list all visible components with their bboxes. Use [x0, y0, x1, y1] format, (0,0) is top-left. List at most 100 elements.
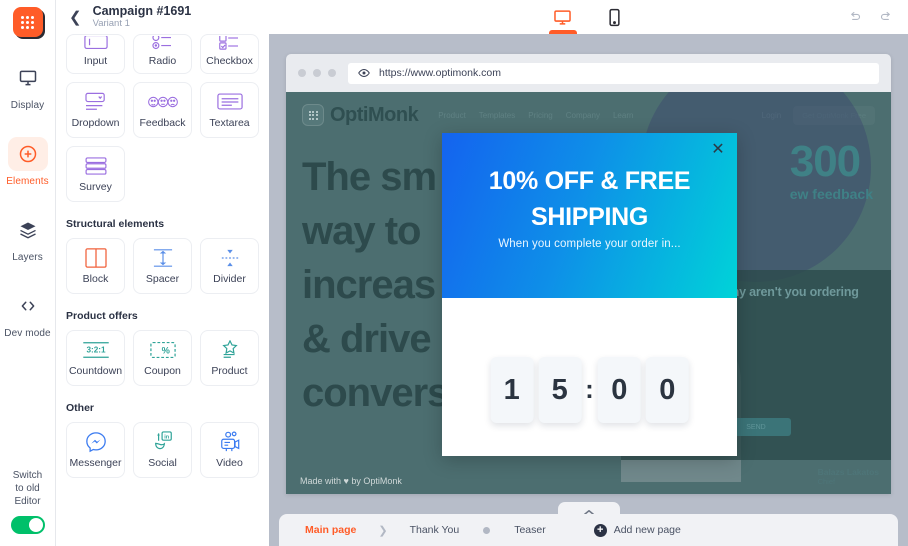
countdown-digit: 0 [645, 357, 689, 423]
element-card-social[interactable]: in Social [133, 422, 192, 478]
element-card-product[interactable]: Product [200, 330, 259, 386]
site-hero-stat: 300 ew feedback [789, 137, 873, 203]
redo-button[interactable] [878, 9, 894, 25]
campaign-info: Campaign #1691 Variant 1 [93, 4, 192, 30]
add-new-page-button[interactable]: + Add new page [593, 523, 681, 537]
plus-circle-icon [7, 137, 48, 171]
browser-url-bar[interactable]: https://www.optimonk.com [348, 62, 879, 84]
section-title-other: Other [66, 402, 95, 414]
browser-traffic-lights [298, 69, 336, 77]
dot-icon [483, 526, 491, 534]
social-networks-icon: in [151, 430, 175, 452]
element-card-radio[interactable]: Radio [133, 34, 192, 74]
product-star-icon [219, 339, 241, 360]
page-tabs-bar-wrap: Main page ❯ Thank You Teaser + Add new p… [269, 494, 908, 546]
section-title-structural: Structural elements [66, 218, 165, 230]
element-row-inputs: Input Radio Checkbox [66, 34, 259, 74]
element-label: Social [148, 456, 177, 469]
editor-canvas: https://www.optimonk.com OptiMonk Produc… [269, 34, 908, 546]
svg-text:%: % [161, 345, 169, 355]
undo-button[interactable] [846, 9, 862, 25]
element-label: Textarea [209, 116, 250, 129]
close-icon[interactable]: ✕ [709, 141, 727, 159]
countdown-separator: : [585, 373, 594, 404]
element-label: Survey [79, 180, 112, 193]
optimonk-editor-window: Display Elements Layers Dev mode Switch … [0, 0, 908, 546]
switch-label-line1: Switch [12, 470, 43, 481]
switch-editor-block: Switch to old Editor [0, 469, 56, 534]
rail-nav-items: Display Elements Layers Dev mode [0, 55, 55, 359]
element-card-textarea[interactable]: Textarea [200, 82, 259, 138]
logo-dots [21, 15, 34, 29]
element-card-dropdown[interactable]: Dropdown [66, 82, 125, 138]
sidebar-item-layers[interactable]: Layers [0, 207, 55, 267]
switch-label-line3: Editor [14, 496, 41, 507]
site-menu-item-learn[interactable]: Learn [613, 111, 633, 120]
element-row-structural: Block Spacer Divider [66, 238, 259, 294]
hero-stat-number: 300 [789, 137, 861, 186]
element-label: Countdown [68, 364, 123, 377]
panel-scroll-body: Input Radio Checkbox Dropdown Feedback T… [56, 34, 269, 546]
site-menu-item-pricing[interactable]: Pricing [528, 111, 552, 120]
svg-text:in: in [164, 434, 170, 440]
tab-mobile-preview[interactable] [598, 0, 632, 34]
element-label: Radio [148, 55, 177, 67]
element-row-other: Messenger in Social Video [66, 422, 259, 478]
page-tab-thank-you[interactable]: Thank You [410, 524, 460, 536]
site-menu: Product Templates Pricing Company Learn [438, 111, 633, 120]
element-card-input[interactable]: Input [66, 34, 125, 74]
element-label: Divider [213, 272, 246, 285]
element-card-coupon[interactable]: % Coupon [133, 330, 192, 386]
sidebar-item-label: Dev mode [4, 328, 51, 339]
site-menu-item-company[interactable]: Company [566, 111, 600, 120]
element-card-block[interactable]: Block [66, 238, 125, 294]
site-menu-item-templates[interactable]: Templates [479, 111, 515, 120]
page-tab-teaser[interactable]: Teaser [514, 524, 546, 536]
element-card-countdown[interactable]: 3:2:1 Countdown [66, 330, 125, 386]
tab-desktop-preview[interactable] [546, 0, 580, 34]
element-card-survey[interactable]: Survey [66, 146, 125, 202]
countdown-digits-icon: 3:2:1 [81, 340, 111, 360]
textarea-icon [216, 92, 243, 112]
element-card-video[interactable]: Video [200, 422, 259, 478]
chevron-right-icon: ❯ [378, 524, 388, 537]
element-label: Dropdown [71, 116, 120, 129]
add-new-page-label: Add new page [613, 524, 681, 536]
switch-to-old-editor-toggle[interactable] [10, 516, 45, 534]
element-card-feedback[interactable]: Feedback [133, 82, 192, 138]
site-menu-item-product[interactable]: Product [438, 111, 466, 120]
switch-label-line2: to old [15, 483, 40, 494]
optimonk-logo-icon[interactable] [12, 7, 43, 37]
campaign-popup: ✕ 10% OFF & FREE SHIPPING When you compl… [442, 133, 737, 456]
eye-icon [358, 67, 370, 79]
popup-countdown: 1 5 : 0 0 [490, 357, 689, 423]
page-tab-main[interactable]: Main page [305, 524, 356, 536]
divider-icon [219, 248, 241, 268]
radio-button-icon [151, 36, 175, 50]
element-label: Input [83, 55, 108, 67]
author-role: Chief [817, 477, 836, 486]
element-card-divider[interactable]: Divider [200, 238, 259, 294]
countdown-digit: 1 [490, 357, 534, 423]
element-card-spacer[interactable]: Spacer [133, 238, 192, 294]
popup-subtext: When you complete your order in... [498, 238, 681, 250]
page-title: Campaign #1691 [92, 4, 192, 18]
sidebar-item-elements[interactable]: Elements [0, 131, 55, 191]
panel-header: ❮ Campaign #1691 Variant 1 [56, 0, 269, 34]
sidebar-item-dev-mode[interactable]: Dev mode [0, 283, 55, 343]
plus-circle-filled-icon: + [593, 523, 607, 537]
back-button[interactable]: ❮ [66, 8, 85, 27]
element-label: Spacer [145, 272, 180, 285]
section-title-product-offers: Product offers [66, 310, 138, 322]
element-card-checkbox[interactable]: Checkbox [200, 34, 259, 74]
element-label: Block [82, 272, 109, 285]
countdown-digit: 5 [538, 357, 582, 423]
element-card-messenger[interactable]: Messenger [66, 422, 125, 478]
element-label: Messenger [69, 456, 122, 469]
sidebar-item-label: Display [10, 100, 45, 111]
sidebar-item-display[interactable]: Display [0, 55, 55, 115]
undo-redo-group [846, 9, 894, 25]
popup-headline: 10% OFF & FREE SHIPPING [456, 163, 723, 235]
countdown-digit: 0 [597, 357, 641, 423]
element-label: Coupon [144, 364, 181, 377]
